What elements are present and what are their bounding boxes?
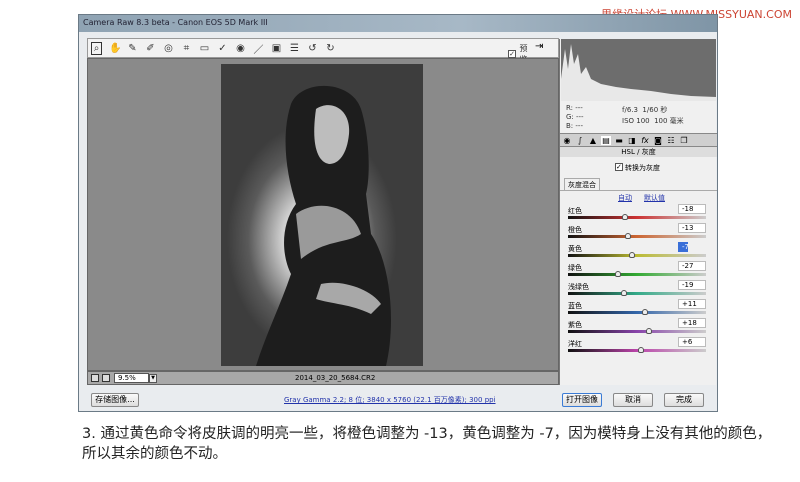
slider-label: 红色 (568, 207, 582, 215)
slider-track[interactable] (568, 254, 706, 257)
slider-thumb[interactable] (629, 252, 636, 258)
target-adjust-icon[interactable]: ◎ (163, 43, 174, 54)
camera-calibration-tab-icon[interactable]: ◙ (653, 136, 663, 145)
basic-tab-icon[interactable]: ◉ (562, 136, 572, 145)
detail-tab-icon[interactable]: ▲ (588, 136, 598, 145)
photo (221, 64, 423, 366)
right-panel: R: --- G: --- B: --- f/6.3 1/60 秒 ISO 10… (559, 39, 717, 385)
slider-label: 洋红 (568, 340, 582, 348)
workflow-options-link[interactable]: Gray Gamma 2.2; 8 位; 3840 x 5760 (22.1 百… (284, 395, 496, 405)
slider-thumb[interactable] (625, 233, 632, 239)
tone-curve-tab-icon[interactable]: ∫ (575, 136, 585, 145)
save-image-button[interactable]: 存储图像... (91, 393, 139, 407)
slider-value-input[interactable]: -13 (678, 223, 706, 233)
slider-value-input[interactable]: -19 (678, 280, 706, 290)
model-silhouette (256, 85, 391, 366)
iso: ISO 100 (622, 117, 650, 125)
color-sampler-icon[interactable]: ✐ (145, 43, 156, 54)
slider-thumb[interactable] (638, 347, 645, 353)
slider-value-input[interactable]: +6 (678, 337, 706, 347)
slider-label: 紫色 (568, 321, 582, 329)
open-image-button[interactable]: 打开图像 (562, 393, 602, 407)
shutter: 1/60 秒 (642, 106, 668, 114)
slider-value-input[interactable]: +18 (678, 318, 706, 328)
zoom-in-button[interactable] (102, 374, 110, 382)
auto-link[interactable]: 自动 (618, 193, 632, 203)
slider-thumb[interactable] (621, 214, 628, 220)
spot-removal-icon[interactable]: ✓ (217, 43, 228, 54)
split-toning-tab-icon[interactable]: ▬ (614, 136, 624, 145)
image-preview (87, 58, 559, 371)
slider-thumb[interactable] (646, 328, 653, 334)
slider-thumb[interactable] (620, 290, 627, 296)
graduated-filter-icon[interactable]: ▣ (271, 43, 282, 54)
list-icon[interactable]: ☰ (289, 43, 300, 54)
presets-tab-icon[interactable]: ☷ (666, 136, 676, 145)
default-link[interactable]: 默认值 (644, 193, 665, 203)
r-value: R: --- (566, 104, 583, 112)
slider-row-7: 洋红 +6 (560, 337, 717, 358)
fullscreen-icon[interactable]: ⇥ (535, 41, 543, 52)
aperture: f/6.3 (622, 106, 638, 114)
snapshots-tab-icon[interactable]: ❐ (679, 136, 689, 145)
camera-raw-window: Camera Raw 8.3 beta - Canon EOS 5D Mark … (78, 14, 718, 412)
slider-value-input[interactable]: -7 (678, 242, 689, 252)
convert-grayscale-checkbox[interactable]: ✓ 转换为灰度 (615, 163, 660, 173)
slider-value-input[interactable]: +11 (678, 299, 706, 309)
cancel-button[interactable]: 取消 (613, 393, 653, 407)
rotate-right-icon[interactable]: ↻ (325, 43, 336, 54)
slider-track[interactable] (568, 216, 706, 219)
slider-label: 黄色 (568, 245, 582, 253)
g-value: G: --- (566, 113, 584, 121)
crop-icon[interactable]: ⌗ (181, 43, 192, 54)
zoom-level-select[interactable]: 9.5% (114, 373, 149, 383)
focal-length: 100 毫米 (654, 117, 684, 125)
panel-tabs: ◉ ∫ ▲ ▤ ▬ ◨ fx ◙ ☷ ❐ (560, 133, 717, 147)
toolbar: ⌕ ✋ ✎ ✐ ◎ ⌗ ▭ ✓ ◉ ／ ▣ ☰ ↺ ↻ ✓预览 (87, 38, 559, 64)
slider-track[interactable] (568, 292, 706, 295)
lens-tab-icon[interactable]: ◨ (627, 136, 637, 145)
done-button[interactable]: 完成 (664, 393, 704, 407)
hand-icon[interactable]: ✋ (109, 43, 121, 54)
caption: 3. 通过黄色命令将皮肤调的明亮一些，将橙色调整为 -13，黄色调整为 -7，因… (82, 426, 772, 462)
rotate-left-icon[interactable]: ↺ (307, 43, 318, 54)
slider-track[interactable] (568, 311, 706, 314)
window-title: Camera Raw 8.3 beta - Canon EOS 5D Mark … (79, 15, 717, 32)
chevron-down-icon[interactable]: ▼ (149, 373, 157, 383)
slider-track[interactable] (568, 330, 706, 333)
slider-value-input[interactable]: -18 (678, 204, 706, 214)
slider-thumb[interactable] (641, 309, 648, 315)
zoom-out-button[interactable] (91, 374, 99, 382)
straighten-icon[interactable]: ▭ (199, 43, 210, 54)
hsl-tab-icon[interactable]: ▤ (601, 135, 611, 145)
preview-status-bar: 9.5% ▼ 2014_03_20_5684.CR2 (87, 371, 559, 385)
slider-value-input[interactable]: -27 (678, 261, 706, 271)
slider-label: 橙色 (568, 226, 582, 234)
slider-row-1: 橙色 -13 (560, 223, 717, 244)
zoom-icon[interactable]: ⌕ (91, 41, 102, 55)
red-eye-icon[interactable]: ◉ (235, 43, 246, 54)
slider-label: 蓝色 (568, 302, 582, 310)
slider-track[interactable] (568, 349, 706, 352)
slider-thumb[interactable] (615, 271, 622, 277)
section-title: HSL / 灰度 (560, 147, 717, 157)
filename: 2014_03_20_5684.CR2 (295, 374, 376, 382)
white-balance-icon[interactable]: ✎ (127, 43, 138, 54)
b-value: B: --- (566, 122, 583, 130)
slider-track[interactable] (568, 273, 706, 276)
fx-tab-icon[interactable]: fx (640, 136, 650, 145)
histogram (561, 39, 716, 101)
slider-label: 绿色 (568, 264, 582, 272)
slider-track[interactable] (568, 235, 706, 238)
adjustment-brush-icon[interactable]: ／ (253, 41, 264, 56)
slider-label: 浅绿色 (568, 283, 589, 291)
rgb-readout: R: --- G: --- B: --- f/6.3 1/60 秒 ISO 10… (560, 101, 717, 133)
